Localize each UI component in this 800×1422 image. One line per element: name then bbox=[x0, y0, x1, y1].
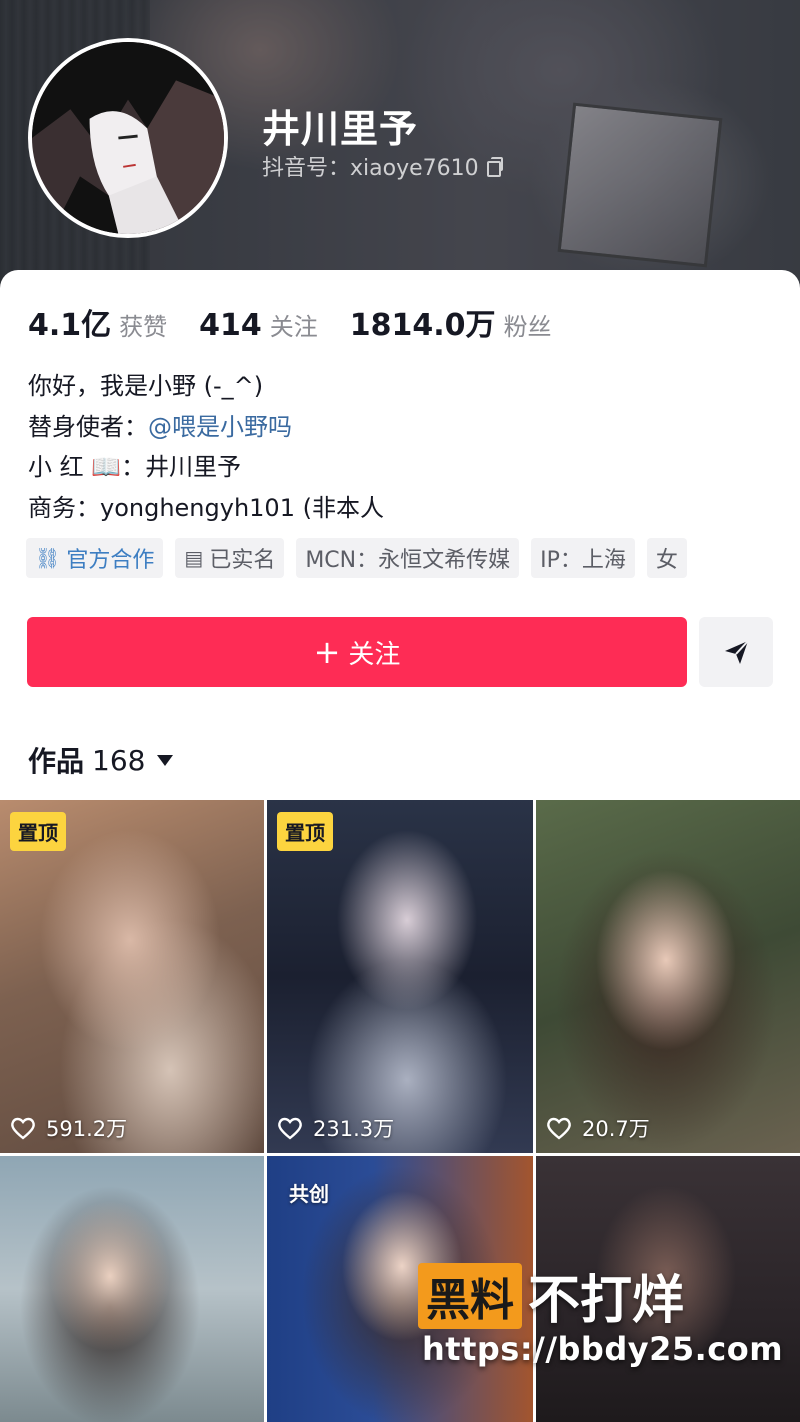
avatar-illustration bbox=[32, 42, 224, 234]
profile-card: 4.1亿 获赞 414 关注 1814.0万 粉丝 你好，我是小野 (-_^) … bbox=[0, 270, 800, 800]
works-label: 作品 bbox=[28, 745, 85, 778]
tag-label: MCN：永恒文希传媒 bbox=[305, 548, 511, 573]
likes-count: 231.3万 bbox=[313, 1117, 395, 1141]
works-tab[interactable]: 作品 168 bbox=[28, 740, 174, 780]
copy-icon[interactable] bbox=[485, 157, 503, 177]
video-likes: 231.3万 bbox=[277, 1113, 394, 1143]
tag-ip-location: IP：上海 bbox=[531, 538, 635, 578]
pinned-badge: 置顶 bbox=[10, 812, 66, 851]
collab-badge: 共创 bbox=[289, 1182, 329, 1206]
bio-line: 你好，我是小野 (-_^) bbox=[28, 372, 264, 400]
stat-label: 粉丝 bbox=[503, 313, 552, 341]
heart-icon bbox=[278, 1117, 302, 1140]
tag-label: 已实名 bbox=[209, 548, 276, 573]
bio-line: 小 红 📖：井川里予 bbox=[28, 453, 242, 481]
avatar[interactable] bbox=[28, 38, 228, 238]
bio-line-prefix: 替身使者： bbox=[28, 412, 148, 441]
video-thumbnail[interactable] bbox=[0, 1156, 264, 1422]
stat-following[interactable]: 414 关注 bbox=[199, 307, 318, 343]
stat-value: 1814.0万 bbox=[349, 308, 496, 343]
watermark-box: 黑料 bbox=[418, 1262, 522, 1329]
video-thumbnail[interactable]: 置顶 231.3万 bbox=[267, 800, 533, 1153]
stats-row: 4.1亿 获赞 414 关注 1814.0万 粉丝 bbox=[28, 300, 584, 344]
bio-line: 替身使者：@喂是小野吗 bbox=[28, 407, 384, 448]
bio: 你好，我是小野 (-_^) 替身使者：@喂是小野吗 小 红 📖：井川里予 商务：… bbox=[28, 366, 384, 528]
pinned-badge: 置顶 bbox=[277, 812, 333, 851]
video-likes: 591.2万 bbox=[10, 1113, 127, 1143]
tag-verified[interactable]: ▤ 已实名 bbox=[175, 538, 285, 578]
stat-value: 414 bbox=[199, 308, 262, 343]
douyin-id-text: 抖音号：xiaoye7610 bbox=[262, 156, 479, 181]
video-likes: 20.7万 bbox=[546, 1113, 650, 1143]
likes-count: 591.2万 bbox=[46, 1117, 128, 1141]
watermark-url: https://bbdy25.com bbox=[422, 1330, 784, 1368]
send-message-button[interactable] bbox=[699, 617, 773, 687]
plus-icon: + bbox=[313, 633, 341, 671]
send-icon bbox=[725, 640, 749, 664]
works-count: 168 bbox=[92, 743, 146, 777]
video-thumbnail[interactable]: 20.7万 bbox=[536, 800, 800, 1153]
stat-label: 关注 bbox=[269, 313, 318, 341]
follow-button[interactable]: + 关注 bbox=[27, 617, 687, 687]
video-photo bbox=[0, 800, 264, 1153]
video-thumbnail[interactable]: 置顶 591.2万 bbox=[0, 800, 264, 1153]
tag-label: 官方合作 bbox=[66, 548, 155, 573]
stat-label: 获赞 bbox=[119, 313, 168, 341]
heart-icon bbox=[547, 1117, 571, 1140]
watermark-logo: 黑料 不打烊 bbox=[418, 1258, 684, 1333]
id-card-icon: ▤ bbox=[184, 546, 204, 570]
bio-line: 商务：yonghengyh101 (非本人 bbox=[28, 493, 384, 522]
profile-tags: ⛓ 官方合作 ▤ 已实名 MCN：永恒文希传媒 IP：上海 女 bbox=[26, 538, 687, 578]
profile-name: 井川里予 bbox=[262, 107, 419, 151]
likes-count: 20.7万 bbox=[582, 1117, 650, 1141]
chevron-down-icon bbox=[157, 754, 174, 766]
douyin-id[interactable]: 抖音号：xiaoye7610 bbox=[262, 150, 503, 182]
stat-value: 4.1亿 bbox=[28, 308, 112, 343]
tag-mcn[interactable]: MCN：永恒文希传媒 bbox=[296, 538, 520, 578]
tag-label: 女 bbox=[655, 548, 678, 573]
heart-icon bbox=[11, 1117, 35, 1140]
stat-followers[interactable]: 1814.0万 粉丝 bbox=[350, 300, 552, 344]
follow-button-label: 关注 bbox=[348, 639, 401, 670]
watermark-text: 不打烊 bbox=[528, 1271, 685, 1331]
video-photo bbox=[0, 1156, 264, 1422]
video-photo bbox=[267, 800, 533, 1153]
tag-label: IP：上海 bbox=[540, 548, 626, 573]
video-photo bbox=[536, 800, 800, 1153]
tag-gender: 女 bbox=[646, 538, 687, 578]
stat-likes[interactable]: 4.1亿 获赞 bbox=[28, 300, 167, 344]
official-cooperation-icon: ⛓ bbox=[35, 546, 61, 570]
bio-mention-link[interactable]: @喂是小野吗 bbox=[148, 413, 292, 441]
tag-official-cooperation[interactable]: ⛓ 官方合作 bbox=[26, 538, 164, 578]
